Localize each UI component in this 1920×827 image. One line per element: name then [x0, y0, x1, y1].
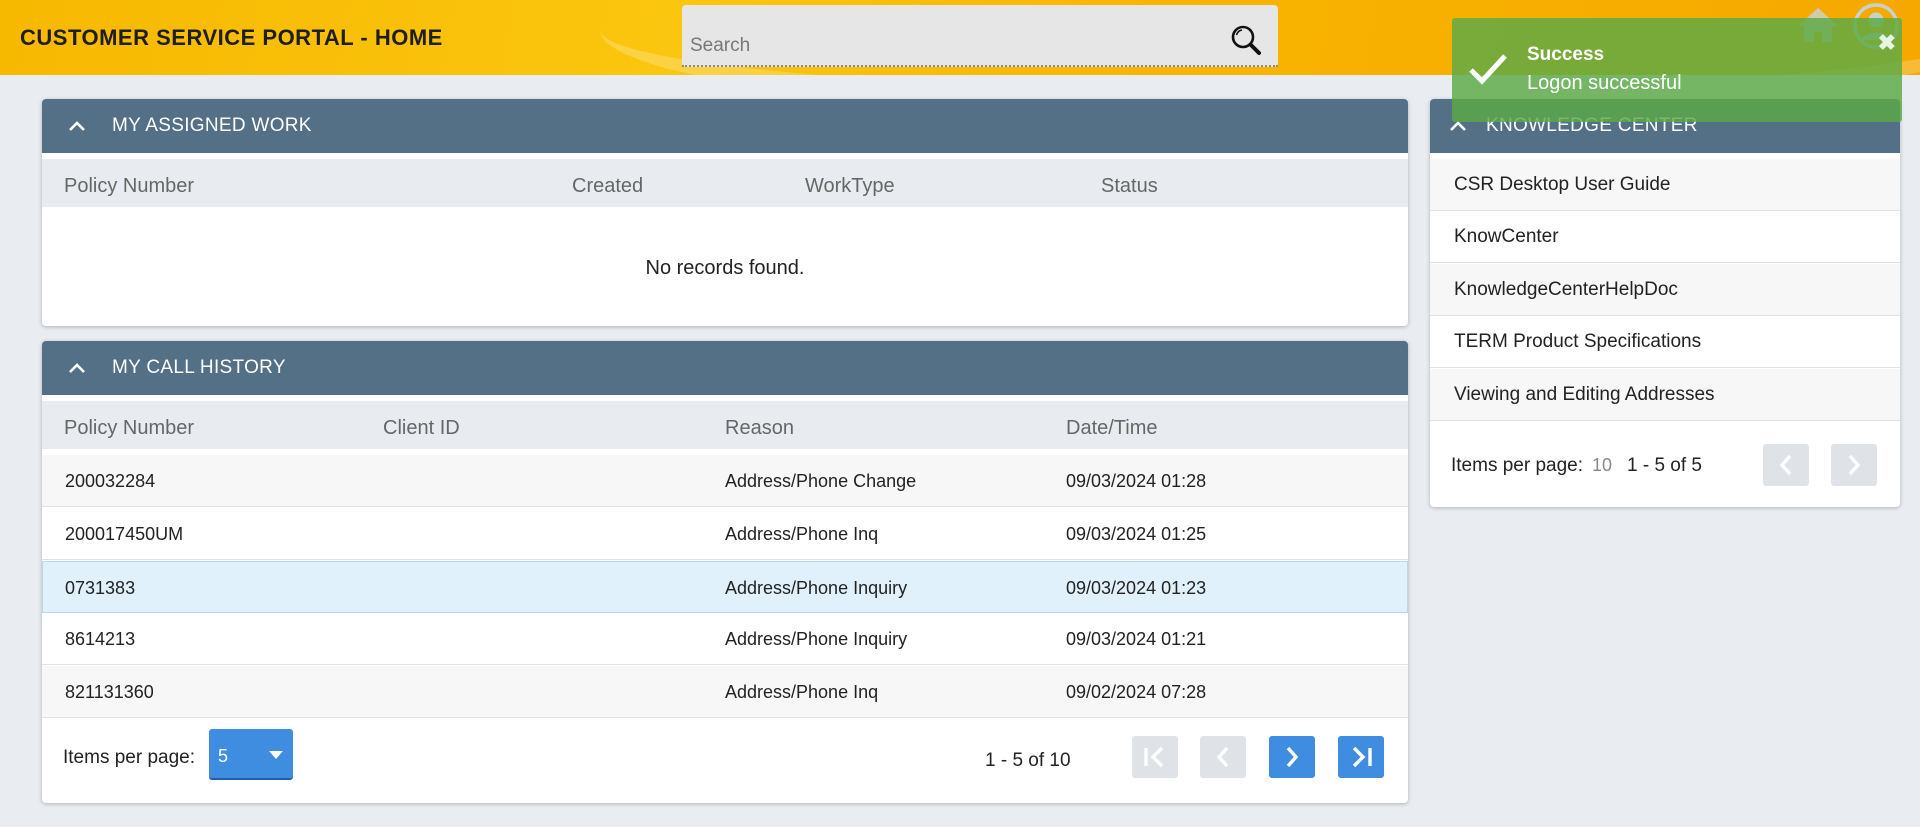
last-page-icon: [1352, 746, 1372, 768]
column-header[interactable]: Client ID: [383, 417, 460, 440]
success-toast[interactable]: Success Logon successful ✖: [1452, 18, 1902, 122]
toast-title: Success: [1527, 44, 1605, 65]
search-underline: [682, 65, 1278, 67]
table-row-selected[interactable]: 0731383 Address/Phone Inquiry 09/03/2024…: [42, 561, 1408, 613]
call-history-header[interactable]: MY CALL HISTORY: [42, 341, 1408, 395]
panel-title: MY CALL HISTORY: [112, 357, 286, 378]
knowledge-link-label: CSR Desktop User Guide: [1454, 174, 1671, 195]
reason: Address/Phone Inq: [725, 682, 879, 702]
assigned-work-panel: MY ASSIGNED WORK Policy Number Created W…: [42, 99, 1408, 326]
call-history-table-header: Policy Number Client ID Reason Date/Time: [42, 395, 1408, 449]
column-header[interactable]: Policy Number: [64, 417, 194, 440]
first-page-icon: [1144, 746, 1164, 768]
knowledge-link[interactable]: CSR Desktop User Guide: [1430, 159, 1900, 211]
search-box[interactable]: [682, 5, 1278, 67]
table-row[interactable]: 200032284 Address/Phone Change 09/03/202…: [42, 455, 1408, 507]
column-header[interactable]: Status: [1101, 175, 1158, 198]
last-page-button[interactable]: [1338, 736, 1384, 778]
panel-title: MY ASSIGNED WORK: [112, 115, 312, 136]
reason: Address/Phone Inquiry: [725, 578, 908, 598]
knowledge-link-label: KnowCenter: [1454, 226, 1559, 247]
knowledge-link[interactable]: KnowledgeCenterHelpDoc: [1430, 264, 1900, 316]
policy-number: 200032284: [65, 471, 156, 491]
policy-number: 0731383: [65, 578, 136, 598]
items-per-page-value: 5: [218, 746, 229, 766]
policy-number: 200017450UM: [65, 524, 184, 544]
datetime: 09/02/2024 07:28: [1066, 682, 1207, 702]
knowledge-link[interactable]: Viewing and Editing Addresses: [1430, 369, 1900, 421]
column-header[interactable]: WorkType: [805, 175, 895, 198]
reason: Address/Phone Inq: [725, 524, 879, 544]
reason: Address/Phone Change: [725, 471, 917, 491]
next-page-button[interactable]: [1831, 444, 1877, 486]
prev-page-button[interactable]: [1763, 444, 1809, 486]
range-label: 1 - 5 of 5: [1627, 455, 1702, 476]
assigned-work-table-header: Policy Number Created WorkType Status: [42, 153, 1408, 207]
caret-down-icon: [269, 751, 283, 759]
knowledge-link[interactable]: TERM Product Specifications: [1430, 316, 1900, 368]
chevron-right-icon: [1286, 746, 1299, 768]
column-header[interactable]: Policy Number: [64, 175, 194, 198]
items-per-page-label: Items per page:: [1451, 455, 1584, 476]
datetime: 09/03/2024 01:21: [1066, 629, 1207, 649]
chevron-up-icon[interactable]: [42, 120, 112, 132]
policy-number: 8614213: [65, 629, 136, 649]
table-row[interactable]: 8614213 Address/Phone Inquiry 09/03/2024…: [42, 613, 1408, 665]
next-page-button[interactable]: [1269, 736, 1315, 778]
empty-message: No records found.: [645, 257, 805, 279]
paginator: Items per page: 5 1 - 5 of 10: [42, 719, 1408, 803]
call-history-panel: MY CALL HISTORY Policy Number Client ID …: [42, 341, 1408, 803]
items-per-page-select[interactable]: 5: [209, 729, 293, 780]
table-row[interactable]: 821131360 Address/Phone Inq 09/02/2024 0…: [42, 666, 1408, 718]
datetime: 09/03/2024 01:25: [1066, 524, 1207, 544]
table-row[interactable]: 200017450UM Address/Phone Inq 09/03/2024…: [42, 508, 1408, 560]
datetime: 09/03/2024 01:28: [1066, 471, 1207, 491]
assigned-work-header[interactable]: MY ASSIGNED WORK: [42, 99, 1408, 153]
column-header[interactable]: Reason: [725, 417, 794, 440]
chevron-up-icon[interactable]: [42, 362, 112, 374]
prev-page-button[interactable]: [1200, 736, 1246, 778]
search-icon[interactable]: [1230, 24, 1262, 56]
page-title: CUSTOMER SERVICE PORTAL - HOME: [20, 25, 443, 50]
column-header[interactable]: Created: [572, 175, 643, 198]
chevron-left-icon: [1216, 746, 1229, 768]
checkmark-icon: [1469, 54, 1507, 85]
items-per-page-label: Items per page:: [63, 747, 196, 768]
chevron-left-icon: [1779, 454, 1792, 476]
column-header[interactable]: Date/Time: [1066, 417, 1158, 440]
toast-message: Logon successful: [1527, 72, 1682, 94]
knowledge-paginator: Items per page: 10 1 - 5 of 5: [1430, 423, 1900, 507]
items-per-page-value[interactable]: 10: [1592, 455, 1612, 476]
knowledge-link-label: KnowledgeCenterHelpDoc: [1454, 279, 1678, 300]
knowledge-link[interactable]: KnowCenter: [1430, 211, 1900, 263]
chevron-right-icon: [1848, 454, 1861, 476]
search-input[interactable]: [690, 35, 1210, 57]
close-icon[interactable]: ✖: [1878, 30, 1896, 56]
knowledge-link-label: Viewing and Editing Addresses: [1454, 384, 1715, 405]
first-page-button[interactable]: [1132, 736, 1178, 778]
reason: Address/Phone Inquiry: [725, 629, 908, 649]
datetime: 09/03/2024 01:23: [1066, 578, 1207, 598]
knowledge-center-panel: KNOWLEDGE CENTER CSR Desktop User Guide …: [1430, 99, 1900, 507]
knowledge-link-label: TERM Product Specifications: [1454, 331, 1702, 352]
policy-number: 821131360: [65, 682, 154, 702]
range-label: 1 - 5 of 10: [985, 750, 1071, 771]
